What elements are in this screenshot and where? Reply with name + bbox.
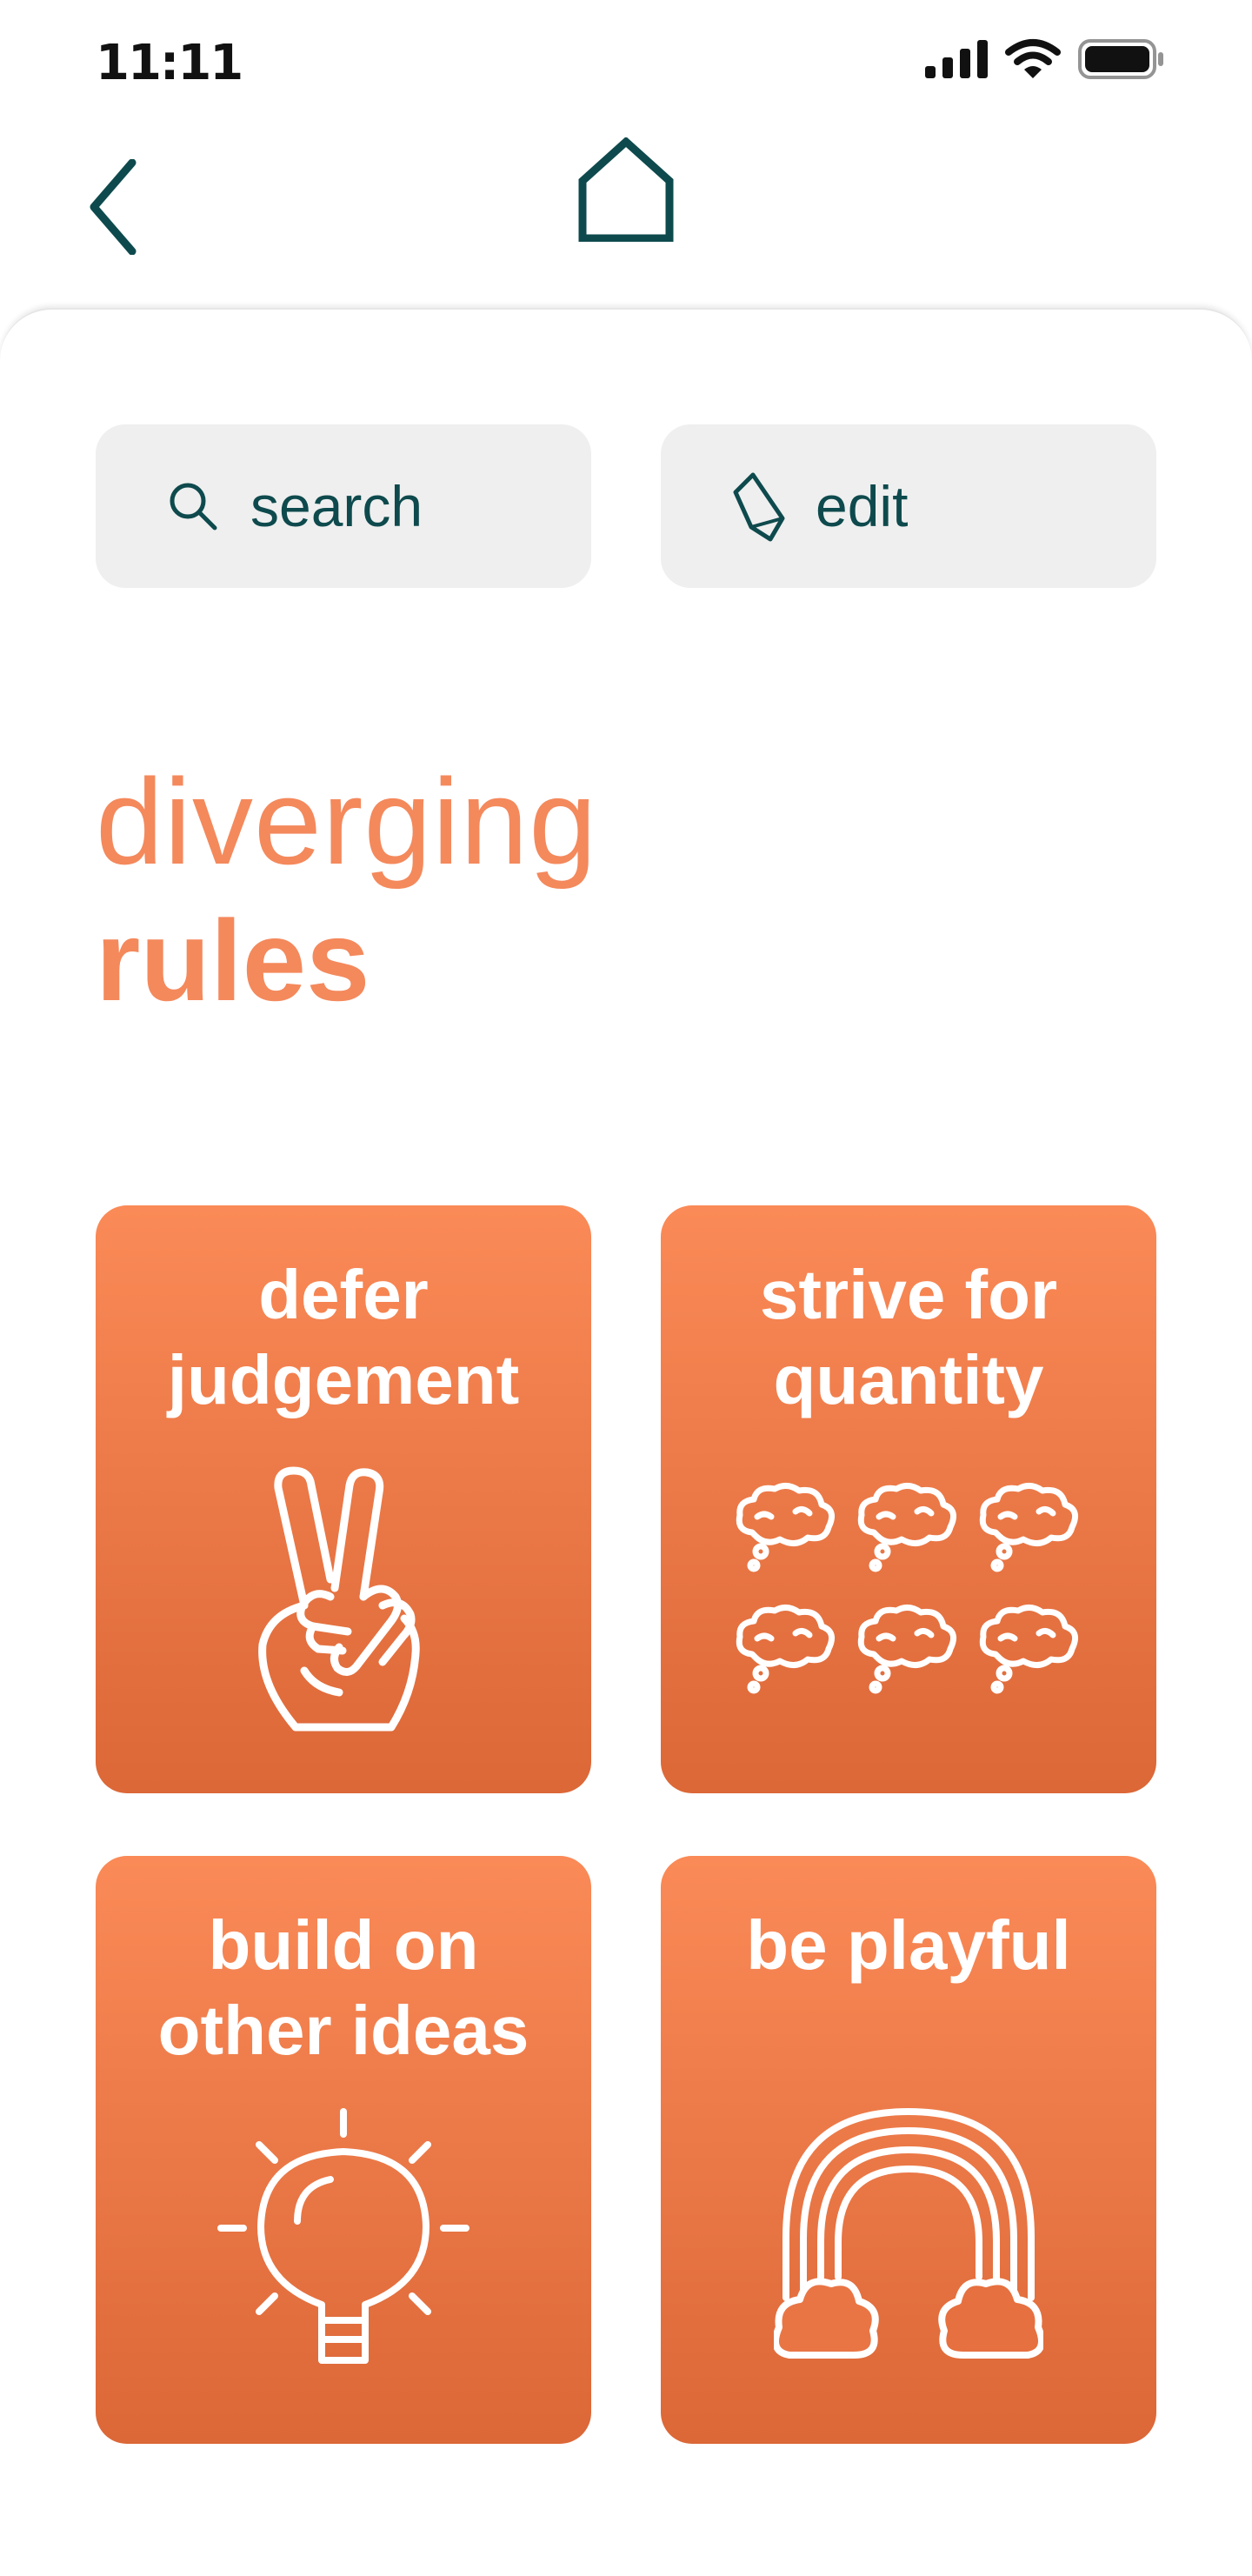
card-title: build on other ideas — [157, 1906, 529, 2069]
pencil-icon — [730, 472, 786, 542]
status-bar: 11:11 — [0, 0, 1252, 130]
thought-clouds-icon — [661, 1482, 1156, 1708]
card-title: strive for quantity — [759, 1256, 1058, 1418]
wifi-icon — [1005, 38, 1061, 83]
card-title: be playful — [746, 1906, 1071, 1984]
signal-icon — [925, 40, 988, 82]
card-title: defer judgement — [167, 1256, 520, 1418]
card-defer-judgement[interactable]: defer judgement — [96, 1205, 591, 1793]
card-strive-for-quantity[interactable]: strive for quantity — [661, 1205, 1156, 1793]
nav-bar — [0, 130, 1252, 304]
search-button[interactable]: search — [96, 424, 591, 588]
edit-button[interactable]: edit — [661, 424, 1156, 588]
status-time: 11:11 — [96, 35, 243, 91]
back-button[interactable] — [78, 148, 148, 270]
lightbulb-icon — [96, 2108, 591, 2369]
battery-icon — [1078, 39, 1165, 83]
home-icon — [578, 136, 674, 245]
card-be-playful[interactable]: be playful — [661, 1856, 1156, 2444]
search-icon — [165, 478, 221, 534]
chevron-left-icon — [89, 158, 137, 258]
page-title-line2: rules — [96, 897, 370, 1024]
rainbow-icon — [661, 2106, 1156, 2359]
peace-hand-icon — [96, 1466, 591, 1736]
card-build-on-other-ideas[interactable]: build on other ideas — [96, 1856, 591, 2444]
home-button[interactable] — [565, 130, 687, 252]
page-title-line1: diverging — [96, 753, 598, 890]
edit-label: edit — [816, 474, 909, 538]
search-label: search — [250, 474, 423, 538]
status-icons — [925, 38, 1165, 83]
